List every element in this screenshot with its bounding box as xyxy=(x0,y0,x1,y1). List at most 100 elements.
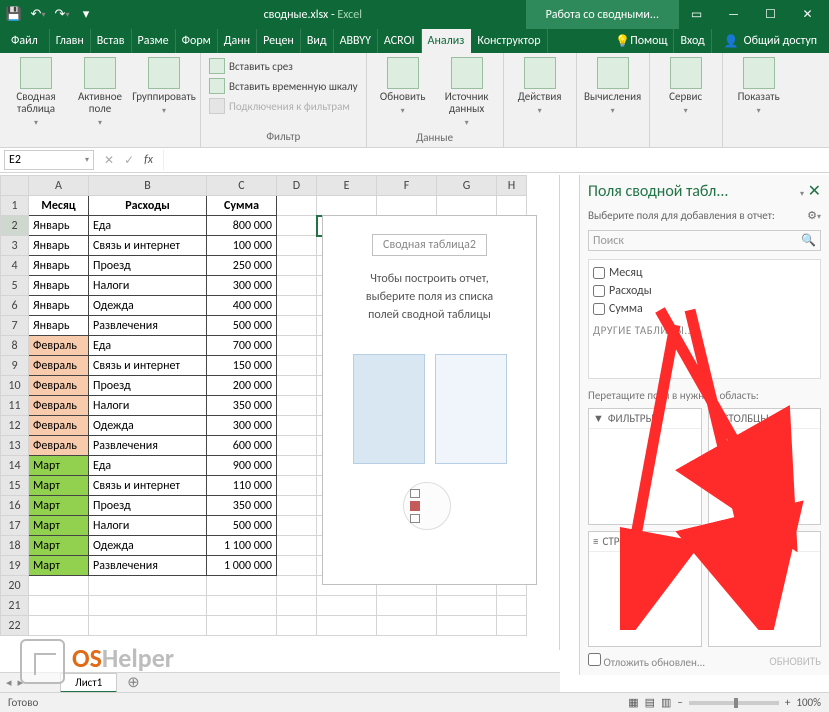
cell-month[interactable]: Январь xyxy=(29,216,89,236)
row-header-7[interactable]: 7 xyxy=(1,316,29,336)
row-header-1[interactable]: 1 xyxy=(1,196,29,216)
row-header-16[interactable]: 16 xyxy=(1,496,29,516)
field-expense[interactable]: Расходы xyxy=(593,282,816,300)
cell-sum[interactable]: 110 000 xyxy=(207,476,277,496)
pane-close-icon[interactable]: ✕ xyxy=(808,182,821,201)
cell-month[interactable]: Февраль xyxy=(29,396,89,416)
tab-formulas[interactable]: Форм xyxy=(176,29,218,53)
group-button[interactable]: Группировать▾ xyxy=(134,57,194,129)
col-header-E[interactable]: E xyxy=(317,176,377,196)
cell-expense[interactable]: Еда xyxy=(89,216,207,236)
cell-sum[interactable]: 600 000 xyxy=(207,436,277,456)
row-header-3[interactable]: 3 xyxy=(1,236,29,256)
tab-file[interactable]: Файл xyxy=(0,29,50,53)
cell-expense[interactable]: Проезд xyxy=(89,496,207,516)
row-header-22[interactable]: 22 xyxy=(1,616,29,636)
cell-month[interactable]: Февраль xyxy=(29,416,89,436)
zoom-level[interactable]: 100% xyxy=(796,696,821,709)
header-sum[interactable]: Сумма xyxy=(207,196,277,216)
select-all-cell[interactable] xyxy=(1,176,29,196)
tab-layout[interactable]: Разме xyxy=(132,29,176,53)
refresh-button[interactable]: Обновить▾ xyxy=(373,57,433,129)
other-tables-link[interactable]: ДРУГИЕ ТАБЛИЦЫ... xyxy=(593,318,816,337)
row-header-21[interactable]: 21 xyxy=(1,596,29,616)
cell-sum[interactable]: 100 000 xyxy=(207,236,277,256)
cell-sum[interactable]: 350 000 xyxy=(207,496,277,516)
cell-sum[interactable]: 900 000 xyxy=(207,456,277,476)
row-header-10[interactable]: 10 xyxy=(1,376,29,396)
col-header-A[interactable]: A xyxy=(29,176,89,196)
cell-sum[interactable]: 300 000 xyxy=(207,416,277,436)
actions-button[interactable]: Действия▾ xyxy=(510,57,570,117)
data-source-button[interactable]: Источник данных▾ xyxy=(437,57,497,129)
tab-design[interactable]: Конструктор xyxy=(471,29,547,53)
row-header-15[interactable]: 15 xyxy=(1,476,29,496)
row-header-12[interactable]: 12 xyxy=(1,416,29,436)
cell-month[interactable]: Январь xyxy=(29,276,89,296)
tab-acrobat[interactable]: ACROI xyxy=(378,29,422,53)
cell-expense[interactable]: Одежда xyxy=(89,416,207,436)
view-break-icon[interactable]: ▥ xyxy=(661,696,671,709)
row-header-5[interactable]: 5 xyxy=(1,276,29,296)
sheet-nav-prev-icon[interactable]: ◂ xyxy=(6,676,12,689)
cell-expense[interactable]: Проезд xyxy=(89,376,207,396)
header-month[interactable]: Месяц xyxy=(29,196,89,216)
cell-expense[interactable]: Еда xyxy=(89,336,207,356)
qat-customize-icon[interactable]: ▾ xyxy=(78,7,94,23)
pane-dropdown-icon[interactable]: ▾ xyxy=(800,189,804,199)
cell-sum[interactable]: 200 000 xyxy=(207,376,277,396)
cell-sum[interactable]: 300 000 xyxy=(207,276,277,296)
share-button[interactable]: 👤 Общий доступ xyxy=(712,29,829,53)
tab-review[interactable]: Рецен xyxy=(257,29,301,53)
cell-sum[interactable]: 1 100 000 xyxy=(207,536,277,556)
col-header-H[interactable]: H xyxy=(497,176,527,196)
field-month[interactable]: Месяц xyxy=(593,264,816,282)
ribbon-options-icon[interactable]: ▭ xyxy=(679,0,714,29)
zoom-in-button[interactable]: + xyxy=(785,696,790,709)
col-header-F[interactable]: F xyxy=(377,176,437,196)
tell-me[interactable]: 💡 Помощ xyxy=(609,29,674,53)
show-button[interactable]: Показать▾ xyxy=(729,57,789,117)
header-expense[interactable]: Расходы xyxy=(89,196,207,216)
filters-zone[interactable]: ▼ ФИЛЬТРЫ xyxy=(588,408,702,525)
tab-home[interactable]: Главн xyxy=(50,29,91,53)
rows-zone[interactable]: ≡ СТРОКИ xyxy=(588,531,702,648)
pivot-table-button[interactable]: Сводная таблица▾ xyxy=(6,57,66,129)
row-header-18[interactable]: 18 xyxy=(1,536,29,556)
cell-month[interactable]: Март xyxy=(29,536,89,556)
defer-update-checkbox[interactable]: Отложить обновлен... xyxy=(588,653,705,669)
tab-abbyy[interactable]: ABBYY xyxy=(334,29,378,53)
field-sum[interactable]: Сумма xyxy=(593,300,816,318)
cell-sum[interactable]: 250 000 xyxy=(207,256,277,276)
tools-button[interactable]: Сервис▾ xyxy=(656,57,716,117)
tab-view[interactable]: Вид xyxy=(301,29,334,53)
cell-month[interactable]: Март xyxy=(29,516,89,536)
minimize-button[interactable]: — xyxy=(716,0,751,29)
cell-sum[interactable]: 800 000 xyxy=(207,216,277,236)
cell-sum[interactable]: 500 000 xyxy=(207,316,277,336)
columns-zone[interactable]: ▮ СТОЛБЦЫ xyxy=(708,408,822,525)
col-header-G[interactable]: G xyxy=(437,176,497,196)
cell-sum[interactable]: 350 000 xyxy=(207,396,277,416)
sheet-tab-1[interactable]: Лист1 xyxy=(60,673,117,693)
row-header-17[interactable]: 17 xyxy=(1,516,29,536)
formula-input[interactable] xyxy=(163,150,829,170)
row-header-8[interactable]: 8 xyxy=(1,336,29,356)
cell-expense[interactable]: Развлечения xyxy=(89,556,207,576)
cell-expense[interactable]: Связь и интернет xyxy=(89,356,207,376)
active-field-button[interactable]: Активное поле▾ xyxy=(70,57,130,129)
cell-expense[interactable]: Налоги xyxy=(89,396,207,416)
cell-sum[interactable]: 400 000 xyxy=(207,296,277,316)
view-page-icon[interactable]: ▤ xyxy=(645,696,655,709)
new-sheet-button[interactable]: ⊕ xyxy=(121,673,146,692)
row-header-4[interactable]: 4 xyxy=(1,256,29,276)
values-zone[interactable]: Σ ЗНАЧЕНИЯ xyxy=(708,531,822,648)
row-header-11[interactable]: 11 xyxy=(1,396,29,416)
field-search[interactable]: Поиск 🔍 xyxy=(588,230,821,251)
cell-month[interactable]: Январь xyxy=(29,256,89,276)
name-box[interactable]: E2▾ xyxy=(4,150,94,170)
redo-icon[interactable]: ↷▾ xyxy=(54,7,70,23)
save-icon[interactable]: 💾 xyxy=(6,7,22,23)
cell-month[interactable]: Март xyxy=(29,456,89,476)
cell-expense[interactable]: Одежда xyxy=(89,296,207,316)
